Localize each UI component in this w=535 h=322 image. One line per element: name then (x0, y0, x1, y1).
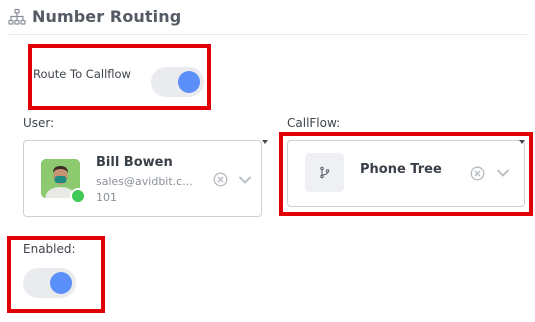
highlight-box (7, 236, 105, 313)
highlight-box (28, 44, 211, 110)
caret-down-icon (262, 140, 268, 144)
user-extension: 101 (96, 191, 117, 204)
sitemap-icon (8, 8, 26, 25)
user-email: sales@avidbit.c... (96, 175, 193, 188)
online-status-dot (70, 188, 86, 204)
chevron-down-icon[interactable] (238, 175, 252, 185)
page-title: Number Routing (32, 7, 182, 26)
callflow-label: CallFlow: (287, 116, 341, 130)
user-label: User: (23, 116, 55, 130)
header-divider (8, 34, 527, 35)
user-name: Bill Bowen (96, 155, 173, 170)
clear-icon[interactable] (213, 172, 228, 187)
highlight-box (279, 132, 533, 216)
section-header: Number Routing (8, 7, 181, 26)
user-select[interactable]: Bill Bowen sales@avidbit.c... 101 (23, 140, 262, 217)
avatar (41, 159, 86, 204)
